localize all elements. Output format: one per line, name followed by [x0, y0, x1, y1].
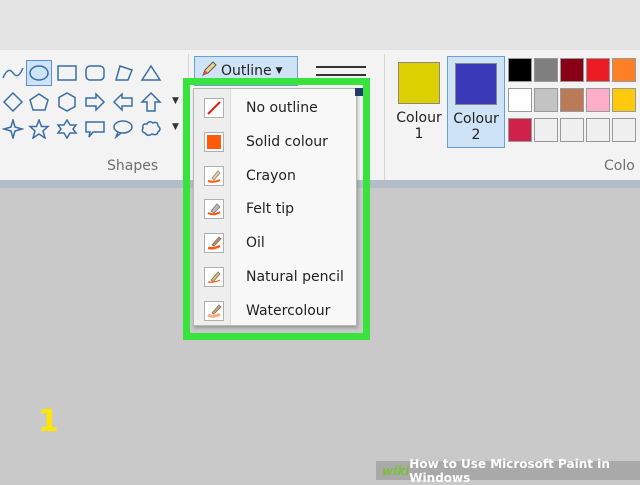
palette-swatch[interactable] — [508, 118, 532, 142]
polygon-shape-icon[interactable] — [110, 60, 136, 86]
right-arrow-shape-icon[interactable] — [82, 89, 108, 115]
pentagon-shape-icon[interactable] — [26, 89, 52, 115]
step-number: 1 — [38, 404, 59, 439]
up-arrow-shape-icon[interactable] — [138, 89, 164, 115]
palette-swatch[interactable] — [586, 88, 610, 112]
rectangle-shape-icon[interactable] — [54, 60, 80, 86]
palette-swatch[interactable] — [508, 58, 532, 82]
colours-group-label: Colo — [604, 158, 635, 174]
gallery-scroll-down-icon[interactable]: ▼ — [172, 96, 179, 106]
six-point-star-shape-icon[interactable] — [54, 116, 80, 142]
colour-2-label: Colour — [453, 111, 499, 127]
diamond-shape-icon[interactable] — [0, 89, 26, 115]
palette-swatch[interactable] — [612, 118, 636, 142]
rounded-rectangle-shape-icon[interactable] — [82, 60, 108, 86]
colour-2-number: 2 — [471, 127, 481, 143]
triangle-shape-icon[interactable] — [138, 60, 164, 86]
colour-2-button[interactable]: Colour 2 — [447, 56, 505, 148]
colour-2-swatch — [455, 63, 497, 105]
five-point-star-shape-icon[interactable] — [26, 116, 52, 142]
palette-swatch[interactable] — [586, 58, 610, 82]
ribbon-tab-strip — [0, 0, 640, 50]
palette-swatch[interactable] — [560, 118, 584, 142]
four-point-star-shape-icon[interactable] — [0, 116, 26, 142]
palette-swatch[interactable] — [534, 118, 558, 142]
chevron-down-icon: ▼ — [275, 66, 283, 76]
rectangular-callout-shape-icon[interactable] — [82, 116, 108, 142]
palette-swatch[interactable] — [534, 58, 558, 82]
colour-1-swatch — [398, 62, 440, 104]
palette-swatch[interactable] — [508, 88, 532, 112]
shapes-group-label: Shapes — [107, 158, 159, 174]
oval-callout-shape-icon[interactable] — [110, 116, 136, 142]
palette-swatch[interactable] — [612, 58, 636, 82]
oval-shape-icon[interactable] — [26, 60, 52, 86]
hexagon-shape-icon[interactable] — [54, 89, 80, 115]
gallery-expand-icon[interactable]: ▼ — [172, 122, 179, 132]
watermark-text: How to Use Microsoft Paint in Windows — [409, 456, 610, 485]
cloud-callout-shape-icon[interactable] — [138, 116, 164, 142]
highlight-box — [183, 78, 370, 340]
palette-swatch[interactable] — [560, 58, 584, 82]
colour-1-button[interactable]: Colour 1 — [390, 56, 448, 148]
curve-shape-icon[interactable] — [0, 60, 26, 86]
palette-swatch[interactable] — [612, 88, 636, 112]
palette-swatch[interactable] — [560, 88, 584, 112]
colour-1-number: 1 — [414, 126, 424, 142]
outline-button-label: Outline — [221, 63, 272, 79]
watermark: wiki How to Use Microsoft Paint in Windo… — [376, 457, 640, 485]
palette-swatch[interactable] — [586, 118, 610, 142]
left-arrow-shape-icon[interactable] — [110, 89, 136, 115]
watermark-brand: wiki — [382, 463, 410, 478]
palette-swatch[interactable] — [534, 88, 558, 112]
separator — [384, 54, 385, 182]
colour-1-label: Colour — [396, 110, 442, 126]
